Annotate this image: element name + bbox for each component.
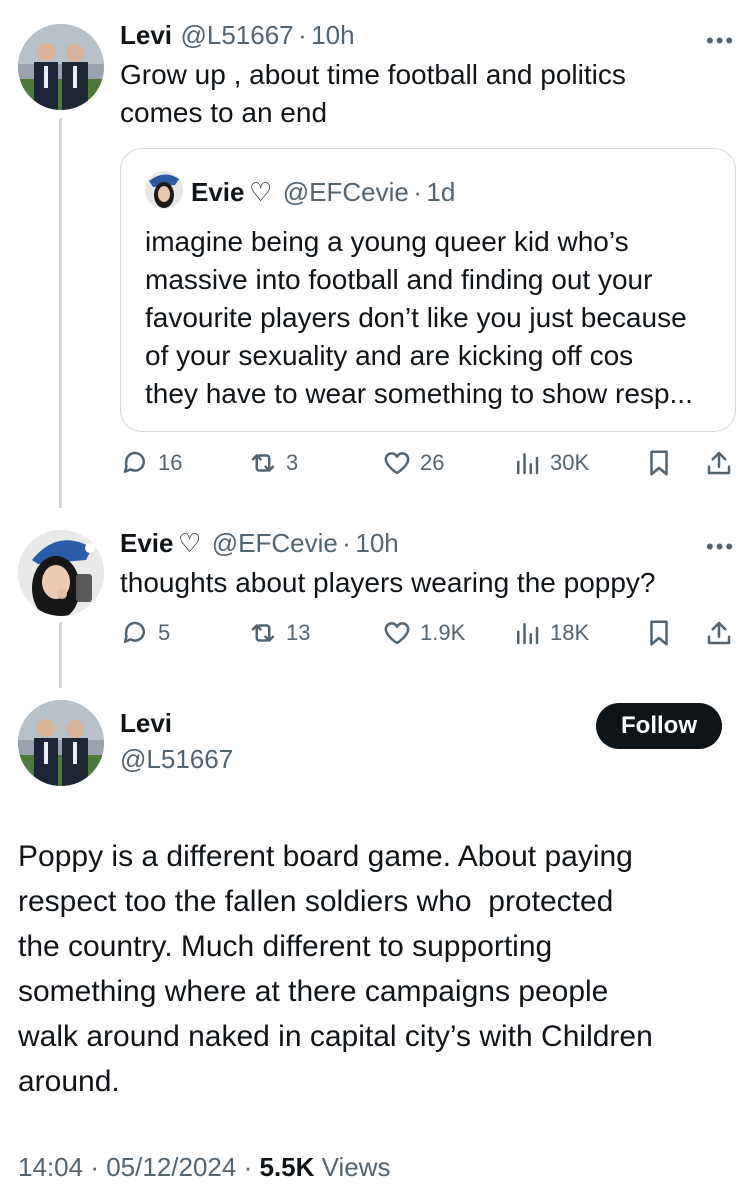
separator-dot: ·: [90, 1152, 99, 1182]
views-button[interactable]: 30K: [512, 448, 589, 478]
text-line: respect too the fallen soldiers who prot…: [18, 885, 614, 918]
views-count: 30K: [550, 450, 590, 475]
heart-icon: [384, 622, 410, 645]
bookmark-button[interactable]: [644, 448, 674, 478]
timestamp[interactable]: 10h: [311, 20, 354, 50]
reply-button[interactable]: 5: [120, 618, 170, 648]
separator-dot: ·: [342, 528, 351, 558]
bookmark-icon: [650, 450, 668, 476]
more-options-icon[interactable]: •••: [706, 534, 735, 560]
tweet-time[interactable]: 14:04: [18, 1152, 83, 1182]
follow-button[interactable]: Follow: [596, 703, 722, 749]
avatar-photo: [18, 24, 104, 110]
reply1-text: Grow up , about time football and politi…: [120, 56, 626, 132]
text-line: of your sexuality and are kicking off co…: [145, 340, 634, 371]
text-line: Poppy is a different board game. About p…: [18, 840, 633, 873]
repost-count: 3: [286, 450, 299, 475]
author-handle[interactable]: @EFCevie: [212, 528, 338, 558]
repost-icon: [251, 454, 275, 472]
heart-icon: ♡: [177, 528, 202, 558]
share-button[interactable]: [704, 618, 734, 648]
views-icon: [517, 453, 539, 475]
quote-author-name: Evie: [191, 177, 245, 207]
text-line: favourite players don’t like you just be…: [145, 302, 687, 333]
quote-avatar-photo: [145, 171, 183, 209]
reply-count: 16: [158, 450, 183, 475]
more-options-icon[interactable]: •••: [706, 28, 735, 54]
reply1-header: Levi @L51667 · 10h: [120, 20, 355, 51]
like-count: 26: [420, 450, 445, 475]
like-button[interactable]: 1.9K: [382, 618, 465, 648]
share-button[interactable]: [704, 448, 734, 478]
text-line: something where at there campaigns peopl…: [18, 975, 609, 1008]
text-line: they have to wear something to show resp…: [145, 378, 693, 409]
heart-icon: ♡: [248, 177, 273, 207]
author-name[interactable]: Evie: [120, 528, 174, 558]
text-line: massive into football and finding out yo…: [145, 264, 653, 295]
author-handle[interactable]: @L51667: [180, 20, 293, 50]
author-handle[interactable]: @L51667: [120, 744, 233, 775]
text-line: walk around naked in capital city’s with…: [18, 1020, 653, 1053]
quoted-tweet-card[interactable]: Evie ♡ @EFCevie · 1d imagine being a you…: [120, 148, 736, 432]
quote-header: Evie ♡ @EFCevie · 1d: [191, 177, 455, 208]
heart-icon: [384, 452, 410, 475]
reply-icon: [123, 621, 145, 643]
tweet-date[interactable]: 05/12/2024: [106, 1152, 236, 1182]
avatar[interactable]: [18, 24, 104, 110]
quote-text: imagine being a young queer kid who’s ma…: [145, 223, 693, 413]
separator-dot: ·: [413, 177, 422, 207]
text-line: around.: [18, 1065, 120, 1098]
repost-count: 13: [286, 620, 311, 645]
quote-avatar: [145, 171, 183, 209]
repost-icon: [251, 624, 275, 642]
thread-line: [59, 622, 62, 688]
tweet-text: Poppy is a different board game. About p…: [18, 834, 653, 1104]
views-count: 18K: [550, 620, 590, 645]
separator-dot: ·: [243, 1152, 253, 1182]
like-button[interactable]: 26: [382, 448, 444, 478]
quote-author-handle: @EFCevie: [282, 177, 409, 207]
tweet-meta: 14:04 · 05/12/2024 · 5.5K Views: [18, 1152, 391, 1183]
share-icon: [707, 621, 731, 645]
avatar[interactable]: [18, 700, 104, 786]
thread-line: [59, 118, 62, 508]
reply2-header: Evie ♡ @EFCevie · 10h: [120, 528, 399, 559]
reply-icon: [123, 451, 145, 473]
views-label: Views: [321, 1152, 391, 1182]
repost-button[interactable]: 13: [248, 618, 310, 648]
quote-timestamp: 1d: [426, 177, 456, 207]
author-name[interactable]: Levi: [120, 20, 172, 50]
text-line: Grow up , about time football and politi…: [120, 59, 626, 90]
bookmark-button[interactable]: [644, 618, 674, 648]
reply-button[interactable]: 16: [120, 448, 182, 478]
timestamp[interactable]: 10h: [355, 528, 398, 558]
text-line: comes to an end: [120, 97, 328, 128]
avatar[interactable]: [18, 530, 104, 616]
avatar-photo: [18, 700, 104, 786]
views-count: 5.5K: [259, 1152, 315, 1182]
author-name[interactable]: Levi: [120, 708, 172, 739]
bookmark-icon: [650, 620, 668, 646]
repost-button[interactable]: 3: [248, 448, 298, 478]
like-count: 1.9K: [420, 620, 466, 645]
reply-count: 5: [158, 620, 171, 645]
reply2-text: thoughts about players wearing the poppy…: [120, 567, 656, 598]
avatar-photo: [18, 530, 104, 616]
text-line: imagine being a young queer kid who’s: [145, 226, 629, 257]
views-icon: [517, 623, 539, 645]
separator-dot: ·: [298, 20, 307, 50]
text-line: the country. Much different to supportin…: [18, 930, 553, 963]
views-button[interactable]: 18K: [512, 618, 589, 648]
share-icon: [707, 451, 731, 475]
